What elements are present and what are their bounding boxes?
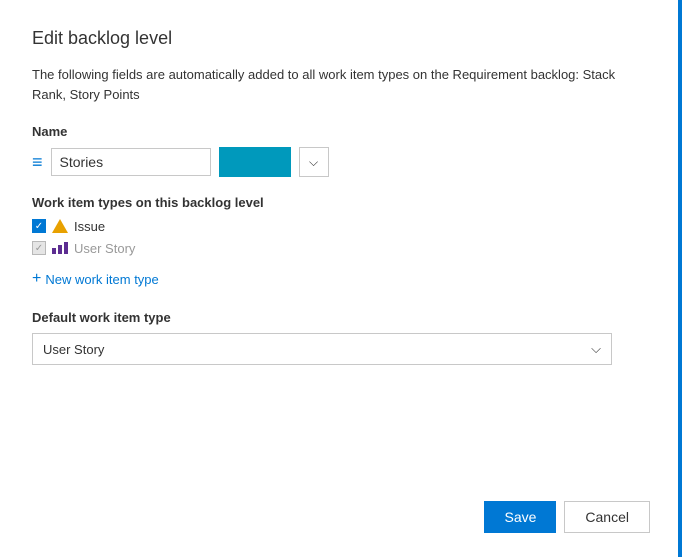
info-text: The following fields are automatically a… — [32, 65, 650, 104]
issue-icon — [52, 218, 68, 234]
work-items-label: Work item types on this backlog level — [32, 195, 650, 210]
add-new-label: New work item type — [45, 272, 158, 287]
userstory-checkbox[interactable] — [32, 241, 46, 255]
plus-icon: + — [32, 270, 41, 288]
work-item-userstory-row: User Story — [32, 240, 650, 256]
work-items-section: Work item types on this backlog level Is… — [32, 195, 650, 262]
default-type-label: Default work item type — [32, 310, 650, 325]
accent-bar — [678, 0, 682, 557]
default-type-value: User Story — [43, 342, 104, 357]
color-dropdown-button[interactable]: ⌵ — [299, 147, 329, 177]
drag-icon: ≡ — [32, 152, 43, 173]
userstory-icon — [52, 240, 68, 256]
issue-checkbox[interactable] — [32, 219, 46, 233]
dropdown-chevron-icon: ⌵ — [591, 341, 601, 357]
userstory-label: User Story — [74, 241, 135, 256]
name-row: ≡ ⌵ — [32, 147, 650, 177]
add-new-work-item-link[interactable]: + New work item type — [32, 270, 650, 288]
edit-backlog-dialog: Edit backlog level The following fields … — [0, 0, 682, 557]
cancel-button[interactable]: Cancel — [564, 501, 650, 533]
work-item-issue-row: Issue — [32, 218, 650, 234]
dialog-footer: Save Cancel — [32, 477, 650, 533]
color-picker-button[interactable] — [219, 147, 291, 177]
issue-label: Issue — [74, 219, 105, 234]
dialog-title: Edit backlog level — [32, 28, 650, 49]
chevron-down-icon: ⌵ — [309, 155, 318, 170]
name-input[interactable] — [51, 148, 211, 176]
save-button[interactable]: Save — [484, 501, 556, 533]
default-type-dropdown[interactable]: User Story ⌵ — [32, 333, 612, 365]
name-label: Name — [32, 124, 650, 139]
